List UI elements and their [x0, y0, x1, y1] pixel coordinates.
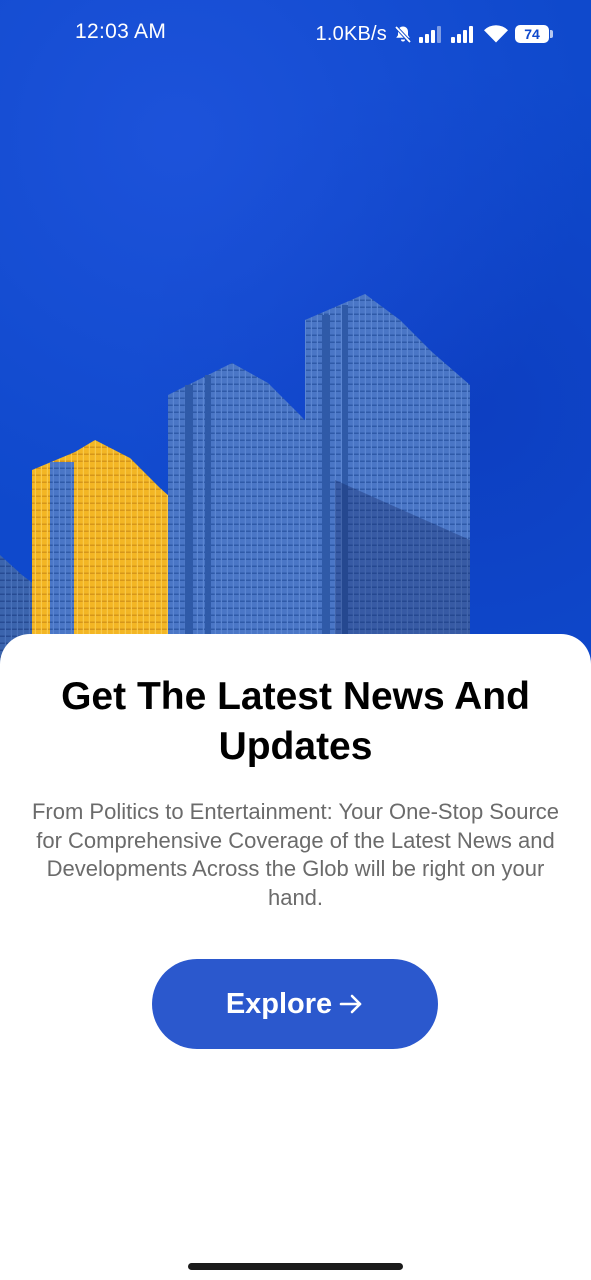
- signal-icon: [451, 24, 477, 44]
- home-indicator[interactable]: [188, 1263, 403, 1270]
- building-tall-stripe: [322, 315, 330, 680]
- arrow-right-icon: [338, 991, 364, 1017]
- onboarding-screen: 12:03 AM 1.0KB/s 74 Get The Latest News …: [0, 0, 591, 1280]
- status-bar: 12:03 AM 1.0KB/s 74: [0, 0, 591, 68]
- signal-icon: [419, 24, 445, 44]
- skyscrapers-illustration: [0, 294, 470, 680]
- wifi-icon: [483, 24, 509, 44]
- onboarding-title: Get The Latest News And Updates: [61, 675, 530, 768]
- battery-level: 74: [515, 25, 549, 43]
- onboarding-description: From Politics to Entertainment: Your One…: [31, 799, 560, 910]
- explore-button-label: Explore: [225, 987, 333, 1020]
- status-time: 12:03 AM: [75, 20, 167, 43]
- explore-button[interactable]: Explore: [152, 959, 438, 1049]
- hero-image: [0, 0, 591, 680]
- battery-cap: [550, 30, 553, 38]
- onboarding-card: Get The Latest News And Updates From Pol…: [0, 634, 591, 1280]
- mute-icon: [393, 24, 413, 44]
- battery-icon: 74: [515, 25, 553, 43]
- status-icons: 1.0KB/s 74: [316, 20, 553, 48]
- network-speed: 1.0KB/s: [315, 22, 387, 45]
